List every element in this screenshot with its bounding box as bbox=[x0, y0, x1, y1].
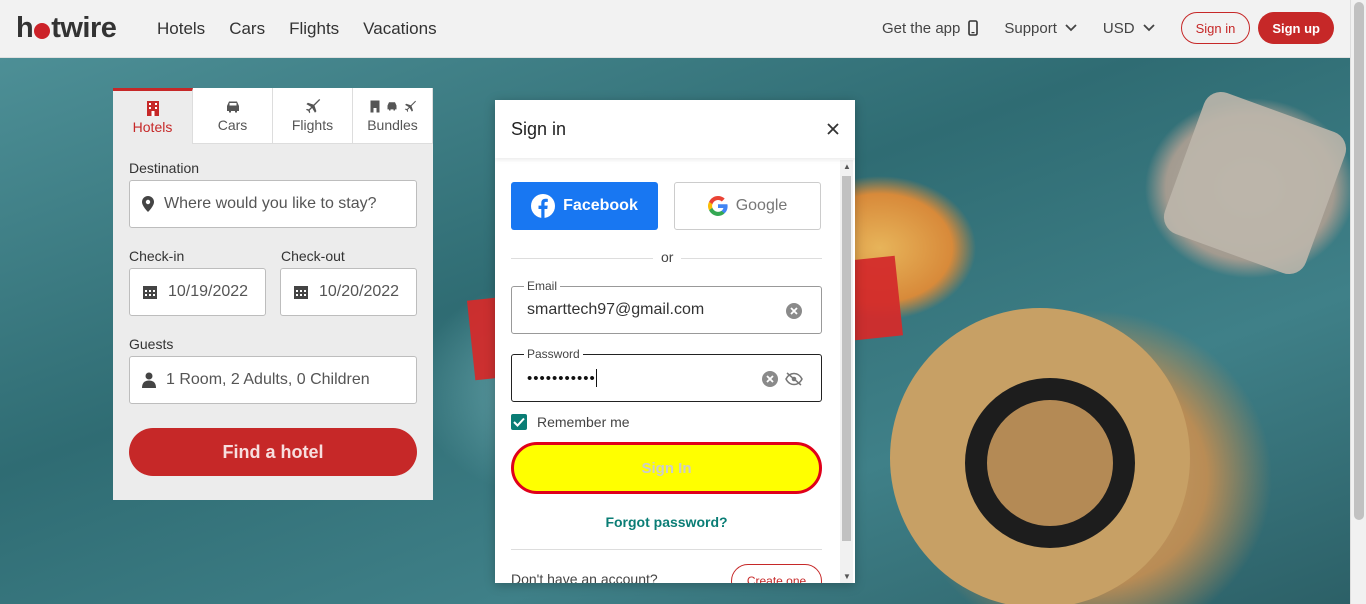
hotel-search-panel: Hotels Cars Flights Bundles Destination … bbox=[113, 88, 433, 500]
sign-in-submit-button[interactable]: Sign In bbox=[511, 442, 822, 494]
hide-password-eye-icon[interactable] bbox=[785, 372, 803, 386]
clear-icon[interactable] bbox=[786, 303, 802, 319]
no-account-text: Don't have an account? bbox=[511, 571, 658, 583]
destination-label: Destination bbox=[129, 160, 200, 176]
tab-hotels-label: Hotels bbox=[132, 119, 173, 135]
google-sign-in-button[interactable]: Google bbox=[674, 182, 821, 230]
support-dropdown[interactable]: Support bbox=[1004, 20, 1077, 37]
bundles-icon bbox=[370, 98, 416, 114]
checkbox-checked-icon bbox=[511, 414, 527, 430]
plane-icon bbox=[305, 98, 320, 114]
currency-label: USD bbox=[1102, 19, 1135, 37]
nav-flights[interactable]: Flights bbox=[289, 19, 339, 39]
page-scrollbar[interactable] bbox=[1350, 0, 1366, 604]
checkout-label: Check-out bbox=[281, 248, 345, 264]
email-value: smarttech97@gmail.com bbox=[527, 301, 705, 318]
find-hotel-button[interactable]: Find a hotel bbox=[129, 428, 417, 476]
destination-placeholder: Where would you like to stay? bbox=[164, 195, 377, 212]
chevron-down-icon bbox=[1065, 24, 1077, 32]
remember-me-label: Remember me bbox=[537, 414, 630, 430]
tab-hotels[interactable]: Hotels bbox=[113, 88, 193, 144]
tab-cars[interactable]: Cars bbox=[193, 88, 273, 144]
hero-hat-band bbox=[965, 378, 1135, 548]
email-label: Email bbox=[524, 279, 561, 293]
nav-hotels[interactable]: Hotels bbox=[157, 19, 205, 39]
car-icon bbox=[226, 101, 239, 112]
checkout-date-field[interactable]: 10/20/2022 bbox=[280, 268, 417, 316]
calendar-icon bbox=[294, 286, 308, 299]
tab-flights[interactable]: Flights bbox=[273, 88, 353, 144]
nav-vacations[interactable]: Vacations bbox=[363, 19, 436, 39]
person-icon bbox=[142, 372, 156, 388]
google-icon bbox=[707, 196, 728, 216]
phone-icon bbox=[968, 20, 979, 36]
header-actions: Get the app Support USD Sign in Sign up bbox=[882, 12, 1334, 44]
close-icon[interactable] bbox=[827, 123, 839, 135]
header-sign-in-button[interactable]: Sign in bbox=[1180, 12, 1251, 44]
google-label: Google bbox=[735, 197, 788, 214]
scroll-up-arrow-icon[interactable]: ▲ bbox=[843, 162, 851, 171]
main-nav: Hotels Cars Flights Vacations bbox=[157, 19, 461, 39]
tab-bundles[interactable]: Bundles bbox=[353, 88, 433, 144]
email-field[interactable]: Email smarttech97@gmail.com bbox=[511, 279, 822, 334]
currency-dropdown[interactable]: USD bbox=[1103, 20, 1155, 37]
facebook-icon bbox=[531, 194, 556, 218]
get-app-link[interactable]: Get the app bbox=[881, 19, 979, 37]
guests-field[interactable]: 1 Room, 2 Adults, 0 Children bbox=[129, 356, 417, 404]
modal-title: Sign in bbox=[511, 118, 567, 139]
support-label: Support bbox=[1004, 19, 1057, 37]
guests-label: Guests bbox=[129, 336, 174, 352]
create-account-button[interactable]: Create one bbox=[731, 564, 822, 583]
checkout-value: 10/20/2022 bbox=[319, 283, 400, 300]
modal-header: Sign in bbox=[495, 100, 855, 158]
hero-stone-block bbox=[1158, 86, 1350, 280]
location-pin-icon bbox=[142, 196, 154, 212]
sign-in-modal: Sign in Facebook Google or Email smartte… bbox=[495, 100, 855, 583]
password-label: Password bbox=[524, 347, 583, 361]
get-app-label: Get the app bbox=[881, 19, 961, 37]
checkin-label: Check-in bbox=[129, 248, 185, 264]
checkin-value: 10/19/2022 bbox=[168, 283, 249, 300]
destination-input[interactable]: Where would you like to stay? bbox=[129, 180, 417, 228]
calendar-icon bbox=[143, 286, 157, 299]
hotwire-logo[interactable]: h twire bbox=[16, 12, 117, 45]
nav-cars[interactable]: Cars bbox=[229, 19, 265, 39]
forgot-password-link[interactable]: Forgot password? bbox=[495, 514, 838, 530]
header-sign-up-button[interactable]: Sign up bbox=[1258, 12, 1334, 44]
checkin-date-field[interactable]: 10/19/2022 bbox=[129, 268, 266, 316]
clear-icon[interactable] bbox=[762, 371, 778, 387]
logo-text-end: twire bbox=[51, 12, 117, 44]
password-value: ••••••••••• bbox=[527, 369, 596, 387]
modal-scrollbar[interactable]: ▲ ▼ bbox=[840, 160, 853, 583]
chevron-down-icon bbox=[1142, 24, 1155, 32]
modal-scrollbar-thumb[interactable] bbox=[842, 176, 851, 541]
scroll-down-arrow-icon[interactable]: ▼ bbox=[843, 572, 851, 581]
remember-me-checkbox[interactable]: Remember me bbox=[511, 414, 630, 430]
facebook-label: Facebook bbox=[563, 197, 638, 214]
guests-value: 1 Room, 2 Adults, 0 Children bbox=[166, 371, 370, 388]
top-header: h twire Hotels Cars Flights Vacations Get… bbox=[0, 0, 1350, 58]
logo-dot bbox=[34, 22, 51, 39]
text-cursor bbox=[595, 369, 597, 387]
bottom-divider bbox=[511, 549, 822, 550]
tab-cars-label: Cars bbox=[217, 117, 248, 133]
tab-bundles-label: Bundles bbox=[367, 117, 418, 133]
hotel-icon bbox=[146, 101, 159, 116]
facebook-sign-in-button[interactable]: Facebook bbox=[511, 182, 658, 230]
logo-text-start: h bbox=[16, 12, 34, 44]
password-field[interactable]: Password ••••••••••• bbox=[511, 347, 822, 402]
or-text: or bbox=[653, 249, 682, 265]
tab-flights-label: Flights bbox=[291, 117, 334, 133]
page-scrollbar-thumb[interactable] bbox=[1354, 2, 1364, 520]
search-tabs: Hotels Cars Flights Bundles bbox=[113, 88, 433, 144]
